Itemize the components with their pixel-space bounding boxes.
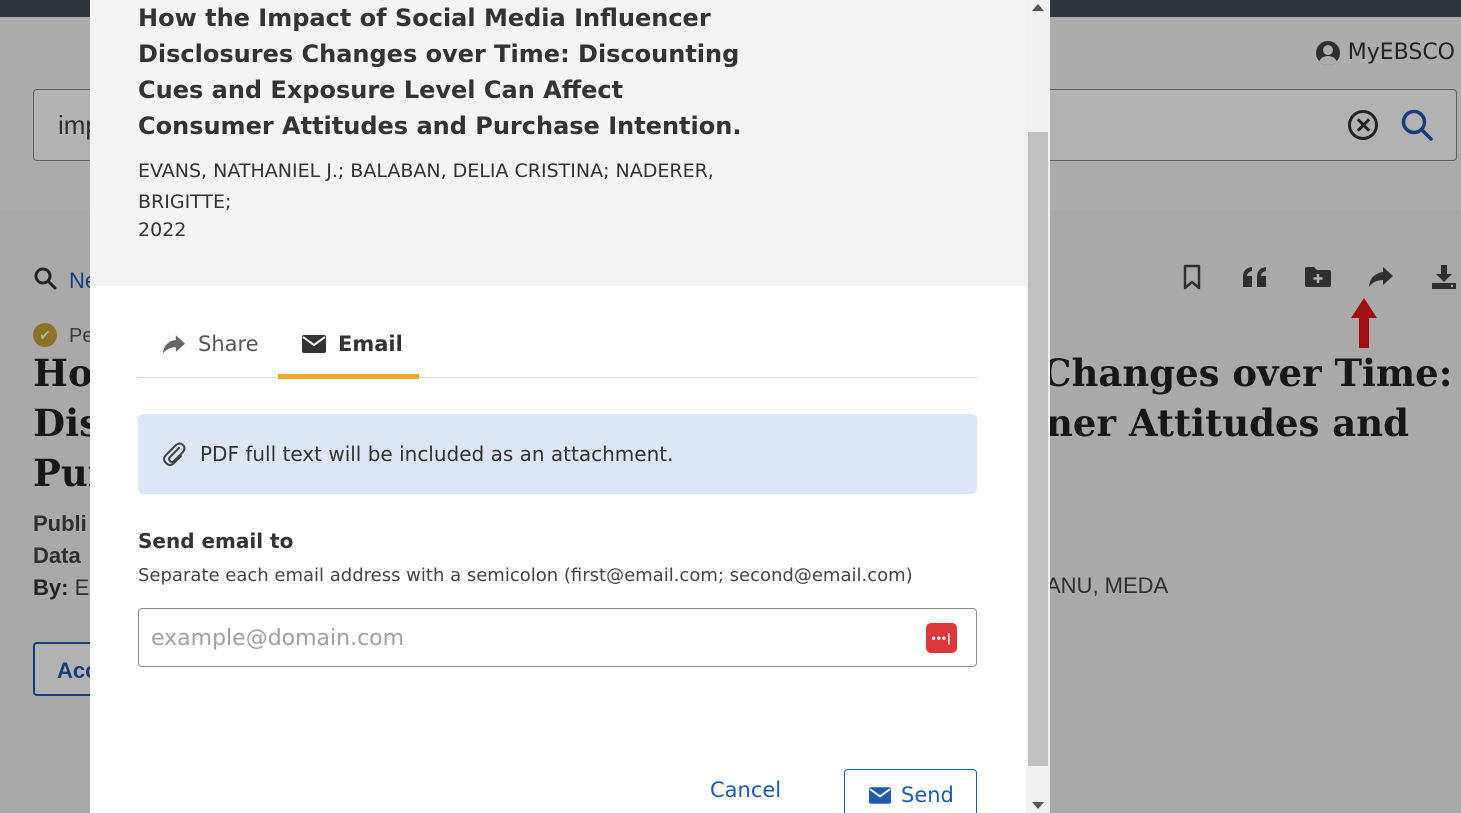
envelope-icon <box>869 786 891 804</box>
email-field-container: •••| <box>138 608 977 667</box>
tab-share[interactable]: Share <box>162 310 259 378</box>
modal-article-header: How the Impact of Social Media Influence… <box>90 0 1026 286</box>
tab-email[interactable]: Email <box>278 310 419 379</box>
modal-article-year: 2022 <box>138 219 187 241</box>
send-button[interactable]: Send <box>844 769 977 813</box>
attachment-info-box: PDF full text will be included as an att… <box>138 414 977 494</box>
attachment-info-text: PDF full text will be included as an att… <box>200 442 674 466</box>
share-email-modal: How the Impact of Social Media Influence… <box>90 0 1050 813</box>
share-arrow-icon <box>162 334 186 354</box>
tab-email-label: Email <box>338 332 403 356</box>
send-button-label: Send <box>901 783 954 807</box>
modal-tabs: Share Email <box>138 310 977 379</box>
scroll-up-arrow-icon[interactable] <box>1032 4 1044 11</box>
send-email-help-text: Separate each email address with a semic… <box>138 565 913 586</box>
envelope-icon <box>302 335 326 353</box>
modal-article-authors: EVANS, NATHANIEL J.; BALABAN, DELIA CRIS… <box>138 160 714 213</box>
tab-share-label: Share <box>198 332 259 356</box>
password-manager-icon[interactable]: •••| <box>926 623 957 653</box>
cancel-button[interactable]: Cancel <box>710 778 781 802</box>
paperclip-icon <box>163 442 186 466</box>
modal-scrollbar[interactable] <box>1026 0 1050 813</box>
modal-article-title: How the Impact of Social Media Influence… <box>138 4 742 140</box>
scroll-down-arrow-icon[interactable] <box>1032 802 1044 809</box>
send-email-to-label: Send email to <box>138 529 294 553</box>
email-field[interactable] <box>151 619 911 657</box>
scroll-thumb[interactable] <box>1028 132 1048 766</box>
